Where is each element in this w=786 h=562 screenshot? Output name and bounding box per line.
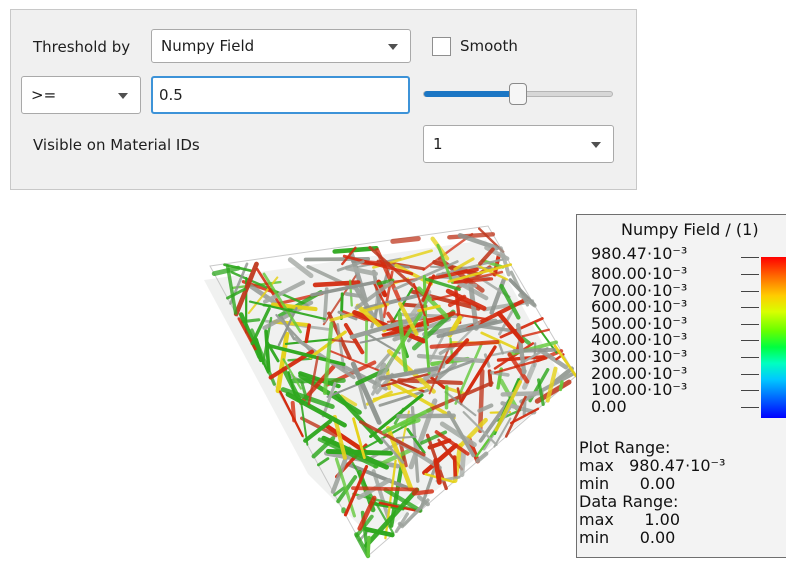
legend-tick-mark <box>741 373 759 375</box>
legend-tick-mark <box>741 290 759 292</box>
threshold-value-input[interactable]: 0.5 <box>151 76 410 114</box>
legend-tick-mark <box>741 323 759 325</box>
legend-tick-mark <box>741 357 759 358</box>
legend-tick-mark <box>741 406 759 408</box>
legend-color-bar <box>761 257 786 418</box>
fiber-strand <box>522 400 527 416</box>
chevron-down-icon <box>118 93 128 99</box>
fiber-strand <box>240 318 261 324</box>
fiber-strand <box>390 236 421 244</box>
legend-tick-mark <box>741 390 759 392</box>
legend-tick-label: 300.00·10⁻³ <box>591 347 688 366</box>
fiber-strand <box>459 449 467 478</box>
legend-tick-mark <box>741 307 759 309</box>
fiber-strand <box>312 280 361 288</box>
threshold-field-dropdown[interactable]: Numpy Field <box>151 29 411 63</box>
threshold-panel: Threshold by Numpy Field Smooth >= 0.5 V… <box>10 9 637 190</box>
color-legend: Numpy Field / (1) 980.47·10⁻³ 800.00·10⁻… <box>576 214 786 558</box>
fiber-strand <box>351 486 419 492</box>
legend-tick-label: 600.00·10⁻³ <box>591 297 688 317</box>
threshold-slider-handle[interactable] <box>509 83 527 105</box>
data-range-label: Data Range: <box>579 492 679 511</box>
fiber-strand <box>325 448 394 456</box>
legend-tick-label: 100.00·10⁻³ <box>591 380 688 400</box>
legend-tick-mark <box>741 340 759 342</box>
smooth-label: Smooth <box>460 37 518 55</box>
plot-range-label: Plot Range: <box>579 438 671 457</box>
threshold-slider-fill <box>424 91 515 97</box>
legend-max-label: 980.47·10⁻³ <box>591 244 688 263</box>
legend-tick-label: 0.00 <box>591 396 627 416</box>
smooth-checkbox[interactable] <box>432 37 451 56</box>
material-ids-value: 1 <box>433 135 443 153</box>
legend-tick-mark <box>741 274 759 275</box>
fiber-strand <box>366 535 371 558</box>
chevron-down-icon <box>591 142 601 148</box>
legend-tick-label: 500.00·10⁻³ <box>591 313 688 333</box>
fiber-strand <box>397 378 463 385</box>
plot-range-max: max 980.47·10⁻³ <box>579 456 726 475</box>
threshold-field-value: Numpy Field <box>161 37 255 55</box>
fiber-strand <box>396 413 456 419</box>
fiber-strand <box>395 435 417 440</box>
threshold-value-text: 0.5 <box>159 86 183 104</box>
fiber-volume-3d-view[interactable] <box>196 224 576 560</box>
operator-dropdown[interactable]: >= <box>21 76 141 114</box>
threshold-by-label: Threshold by <box>33 38 131 56</box>
legend-tick-label: 200.00·10⁻³ <box>591 363 688 383</box>
fiber-strand <box>452 455 458 478</box>
data-range-max: max 1.00 <box>579 510 680 529</box>
fiber-strand <box>558 380 564 392</box>
operator-value: >= <box>31 86 57 104</box>
fiber-strand <box>344 292 364 299</box>
data-range-min: min 0.00 <box>579 528 676 547</box>
chevron-down-icon <box>388 44 398 50</box>
plot-range-min: min 0.00 <box>579 474 676 493</box>
legend-title: Numpy Field / (1) <box>621 220 759 239</box>
legend-tick-label: 800.00·10⁻³ <box>591 264 688 283</box>
legend-tick-mark <box>741 257 759 258</box>
material-ids-dropdown[interactable]: 1 <box>423 125 614 163</box>
legend-tick-label: 700.00·10⁻³ <box>591 280 688 300</box>
material-ids-label: Visible on Material IDs <box>33 136 200 154</box>
legend-tick-label: 400.00·10⁻³ <box>591 330 688 350</box>
fiber-strand <box>411 489 435 496</box>
fiber-strand <box>500 390 544 397</box>
